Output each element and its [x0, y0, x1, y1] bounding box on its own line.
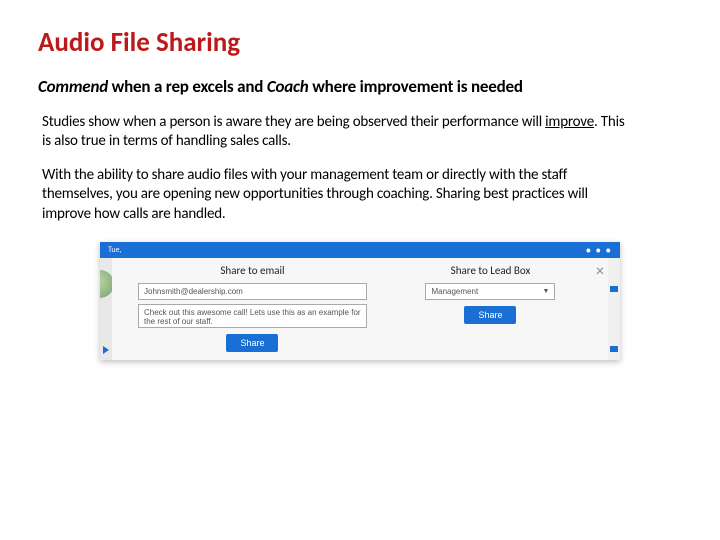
chevron-down-icon: ▼ — [543, 288, 550, 295]
message-field[interactable]: Check out this awesome call! Lets use th… — [138, 304, 367, 328]
close-icon[interactable]: × — [596, 264, 604, 280]
subtitle-emph-coach: Coach — [267, 76, 309, 97]
subtitle-emph-commend: Commend — [38, 76, 108, 97]
para1-underline: improve — [545, 113, 594, 131]
share-email-title: Share to email — [220, 264, 284, 277]
dialog-body: × Share to email Johnsmith@dealership.co… — [100, 258, 620, 360]
share-leadbox-title: Share to Lead Box — [451, 264, 531, 277]
subtitle-text-2: where improvement is needed — [309, 76, 523, 97]
share-email-button[interactable]: Share — [226, 334, 278, 352]
topbar-date: Tue, — [108, 245, 122, 255]
para1-a: Studies show when a person is aware they… — [42, 113, 545, 131]
email-field[interactable]: Johnsmith@dealership.com — [138, 283, 367, 300]
subtitle-text-1: when a rep excels and — [108, 76, 267, 97]
paragraph-2: With the ability to share audio files wi… — [42, 166, 626, 225]
topbar-menu-icon[interactable]: • • • — [586, 245, 612, 256]
share-leadbox-panel: Share to Lead Box Management ▼ Share — [391, 262, 590, 352]
subtitle: Commend when a rep excels and Coach wher… — [38, 76, 682, 97]
leadbox-select[interactable]: Management ▼ — [425, 283, 555, 300]
paragraph-1: Studies show when a person is aware they… — [42, 113, 626, 152]
leadbox-select-value: Management — [431, 287, 478, 296]
share-dialog-screenshot: Tue, • • • × Share to email Johnsmith@de… — [100, 242, 620, 360]
page-title: Audio File Sharing — [38, 28, 682, 58]
share-email-panel: Share to email Johnsmith@dealership.com … — [138, 262, 367, 352]
dialog-topbar: Tue, • • • — [100, 242, 620, 258]
share-leadbox-button[interactable]: Share — [464, 306, 516, 324]
